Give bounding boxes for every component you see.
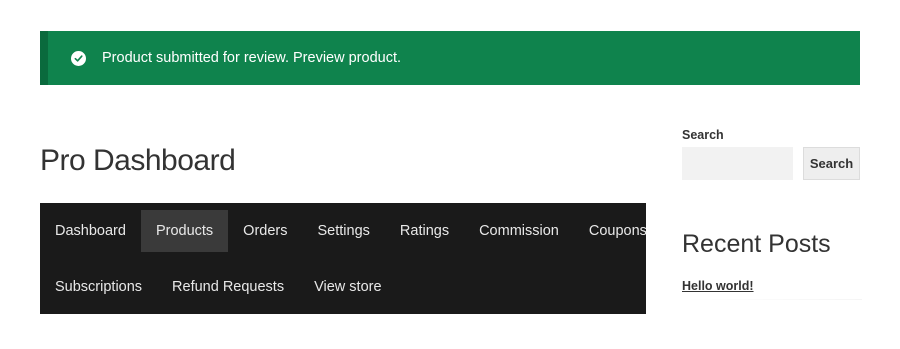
success-notice: Product submitted for review. Preview pr… bbox=[40, 31, 860, 85]
recent-posts-title: Recent Posts bbox=[682, 230, 831, 258]
recent-post-link[interactable]: Hello world! bbox=[682, 279, 754, 293]
nav-item-coupons[interactable]: Coupons bbox=[574, 210, 662, 252]
dashboard-nav: Dashboard Products Orders Settings Ratin… bbox=[40, 203, 647, 314]
nav-row-1: Dashboard Products Orders Settings Ratin… bbox=[40, 210, 647, 252]
page-title: Pro Dashboard bbox=[40, 144, 236, 177]
nav-item-ratings[interactable]: Ratings bbox=[385, 210, 464, 252]
nav-item-orders[interactable]: Orders bbox=[228, 210, 302, 252]
nav-item-settings[interactable]: Settings bbox=[303, 210, 385, 252]
nav-item-subscriptions[interactable]: Subscriptions bbox=[40, 266, 157, 308]
search-input[interactable] bbox=[682, 147, 793, 180]
nav-item-view-store[interactable]: View store bbox=[299, 266, 396, 308]
search-button[interactable]: Search bbox=[803, 147, 860, 180]
search-label: Search bbox=[682, 128, 724, 142]
nav-item-dashboard[interactable]: Dashboard bbox=[40, 210, 141, 252]
check-circle-icon bbox=[71, 50, 86, 66]
notice-message: Product submitted for review. Preview pr… bbox=[102, 50, 401, 66]
nav-item-products[interactable]: Products bbox=[140, 210, 229, 252]
nav-item-commission[interactable]: Commission bbox=[464, 210, 574, 252]
divider bbox=[682, 299, 862, 300]
nav-item-refund-requests[interactable]: Refund Requests bbox=[157, 266, 299, 308]
nav-row-2: Subscriptions Refund Requests View store bbox=[40, 266, 646, 308]
notice-text: Product submitted for review. bbox=[102, 50, 289, 66]
preview-product-link[interactable]: Preview product. bbox=[293, 50, 401, 66]
